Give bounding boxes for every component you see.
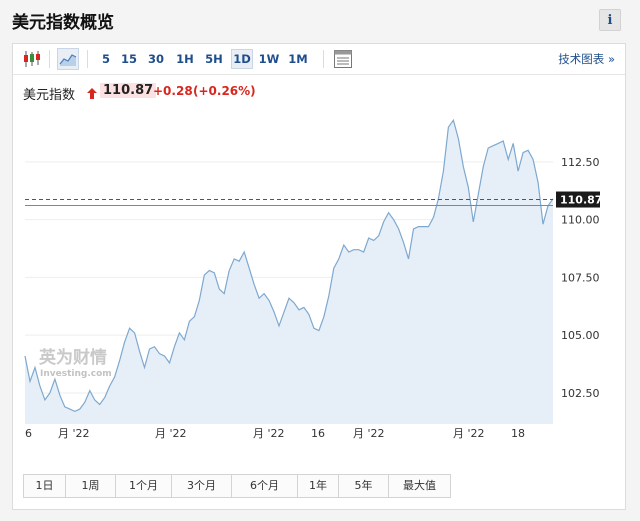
quote-name: 美元指数 bbox=[23, 88, 76, 103]
interval-button-30[interactable]: 30 bbox=[144, 49, 168, 69]
range-button-7[interactable]: 最大值 bbox=[388, 474, 451, 498]
x-tick-label: 月 '22 bbox=[253, 427, 285, 440]
x-tick-label: 18 bbox=[511, 427, 525, 440]
range-button-5[interactable]: 1年 bbox=[297, 474, 339, 498]
chart-toolbar: 5 15 30 1H 5H 1D 1W 1M 技术图表 » bbox=[13, 44, 625, 75]
range-button-6[interactable]: 5年 bbox=[338, 474, 389, 498]
x-tick-label: 16 bbox=[311, 427, 325, 440]
y-tick-label: 107.50 bbox=[561, 271, 600, 284]
candlestick-icon[interactable] bbox=[22, 49, 42, 69]
watermark-brand-cn: 英为财情 bbox=[39, 347, 107, 368]
y-tick-label: 112.50 bbox=[561, 156, 600, 169]
x-tick-label: 月 '22 bbox=[353, 427, 385, 440]
price-chart[interactable]: 110.87 102.50 105.00 107.50 110.00 112.50 6 月… bbox=[13, 111, 625, 461]
toolbar-separator bbox=[49, 50, 50, 68]
x-tick-label: 6 bbox=[25, 427, 32, 440]
y-tick-label: 110.00 bbox=[561, 214, 600, 227]
x-tick-label: 月 '22 bbox=[453, 427, 485, 440]
interval-button-1w[interactable]: 1W bbox=[257, 49, 281, 69]
quote-change: +0.28 bbox=[153, 84, 193, 98]
range-button-4[interactable]: 6个月 bbox=[231, 474, 298, 498]
y-tick-label: 105.00 bbox=[561, 329, 600, 342]
technical-chart-link[interactable]: 技术图表 » bbox=[558, 51, 615, 67]
range-button-3[interactable]: 3个月 bbox=[171, 474, 232, 498]
interval-button-5[interactable]: 5 bbox=[97, 49, 115, 69]
range-button-1[interactable]: 1周 bbox=[65, 474, 116, 498]
table-icon[interactable] bbox=[333, 49, 353, 69]
up-arrow-icon bbox=[87, 88, 97, 99]
toolbar-separator bbox=[87, 50, 88, 68]
y-tick-label: 102.50 bbox=[561, 387, 600, 400]
interval-button-1m[interactable]: 1M bbox=[286, 49, 310, 69]
quote-change-percent: (+0.26%) bbox=[193, 84, 256, 98]
info-icon[interactable]: i bbox=[599, 9, 621, 31]
last-price-label: 110.87 bbox=[560, 194, 602, 207]
x-tick-label: 月 '22 bbox=[155, 427, 187, 440]
interval-button-1d[interactable]: 1D bbox=[231, 49, 253, 69]
interval-button-5h[interactable]: 5H bbox=[202, 49, 226, 69]
quote-price: 110.87 bbox=[100, 83, 157, 98]
range-button-0[interactable]: 1日 bbox=[23, 474, 66, 498]
watermark-brand-en: Investing.com bbox=[40, 369, 112, 379]
interval-button-15[interactable]: 15 bbox=[118, 49, 140, 69]
toolbar-separator bbox=[323, 50, 324, 68]
investing-watermark: 英为财情 Investing.com bbox=[39, 347, 112, 379]
interval-button-1h[interactable]: 1H bbox=[173, 49, 197, 69]
x-tick-label: 月 '22 bbox=[58, 427, 90, 440]
chart-panel: 5 15 30 1H 5H 1D 1W 1M 技术图表 » 美元指数 110.87 +0.28… bbox=[12, 43, 626, 510]
area-chart-icon[interactable] bbox=[57, 48, 79, 70]
range-selector: 1日 1周 1个月 3个月 6个月 1年 5年 最大值 bbox=[23, 474, 451, 498]
range-button-2[interactable]: 1个月 bbox=[115, 474, 172, 498]
page-title: 美元指数概览 bbox=[12, 13, 114, 33]
